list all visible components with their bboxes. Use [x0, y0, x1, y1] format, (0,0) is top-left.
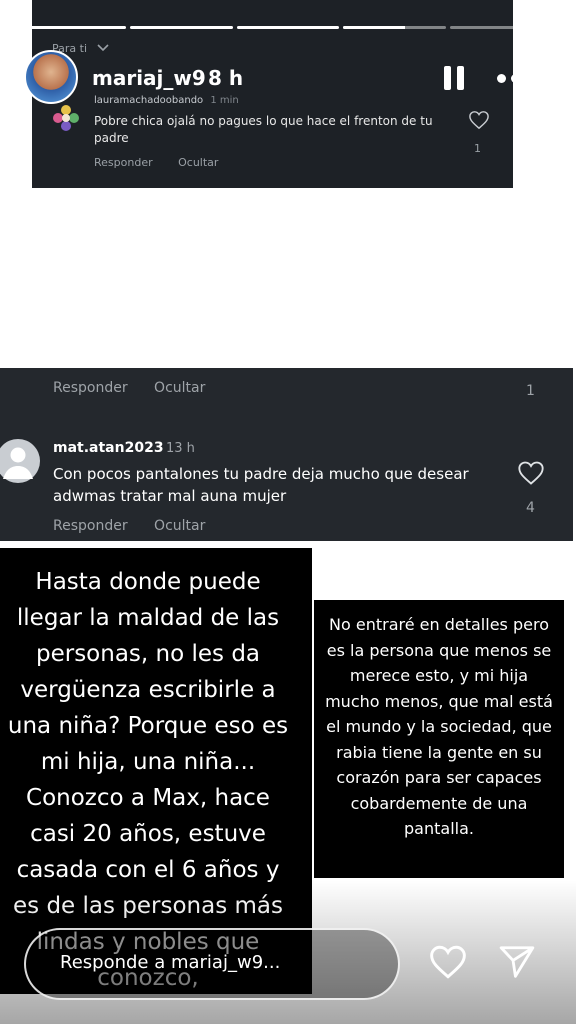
like-count: 1	[474, 142, 481, 155]
reply-placeholder: Responde a mariaj_w9...	[60, 952, 281, 973]
comment-actions: Responder Ocultar	[94, 156, 240, 169]
reply-label: Responder	[53, 380, 128, 396]
heart-icon	[518, 461, 544, 485]
comment-text: Pobre chica ojalá no pagues lo que hace …	[94, 114, 433, 145]
reply-label: Responder	[53, 518, 128, 534]
comment-timestamp: 13 h	[166, 441, 195, 456]
default-avatar-icon	[0, 439, 40, 483]
like-button[interactable]	[428, 944, 468, 980]
flower-icon	[53, 105, 79, 131]
story-timestamp: 8 h	[208, 66, 244, 90]
story-username[interactable]: mariaj_w9	[92, 66, 206, 90]
heart-icon	[469, 111, 489, 130]
more-icon	[497, 74, 506, 83]
hide-label: Ocultar	[154, 380, 206, 396]
pause-button[interactable]	[444, 66, 466, 90]
send-button[interactable]	[498, 944, 536, 980]
story-text-right: No entraré en detalles pero es la person…	[325, 615, 553, 838]
progress-segment	[130, 26, 233, 29]
progress-segment	[449, 26, 553, 29]
comment-actions: Responder Ocultar	[53, 380, 227, 396]
progress-segment	[343, 26, 446, 29]
progress-segment	[236, 26, 340, 29]
comment-actions: Responder Ocultar	[53, 518, 227, 534]
comment-author: lauramachadoobando 1 min	[94, 95, 239, 106]
hide-label: Ocultar	[178, 156, 219, 169]
more-options-button[interactable]	[497, 74, 535, 84]
reply-label: Responder	[94, 156, 153, 169]
avatar[interactable]	[24, 50, 78, 104]
like-count: 1	[526, 383, 535, 399]
comment-author: mat.atan2023	[53, 440, 164, 456]
story-progress	[24, 26, 553, 29]
chevron-down-icon	[96, 44, 109, 52]
comment-text: Con pocos pantalones tu padre deja mucho…	[53, 465, 469, 505]
like-count: 4	[526, 500, 535, 516]
hide-label: Ocultar	[154, 518, 206, 534]
pause-icon	[444, 66, 451, 90]
paper-plane-icon	[499, 946, 535, 978]
progress-segment	[24, 26, 127, 29]
heart-icon	[430, 945, 466, 979]
